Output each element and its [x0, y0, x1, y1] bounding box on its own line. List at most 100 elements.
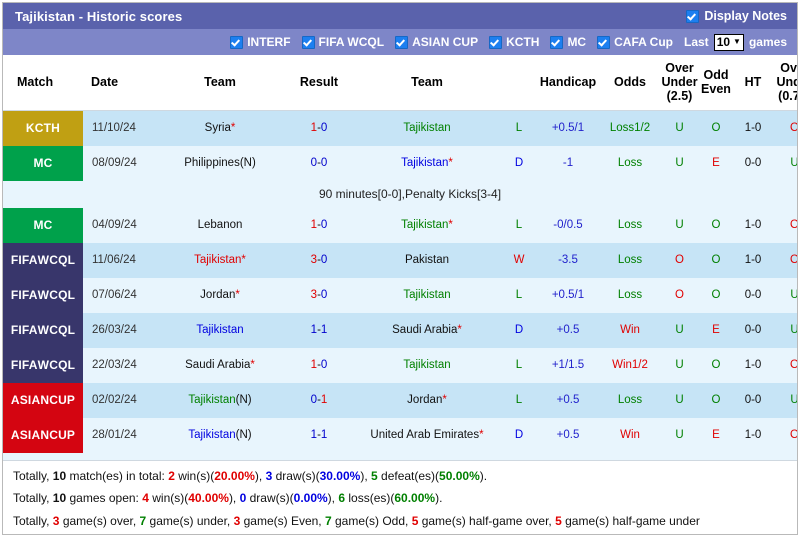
- match-result[interactable]: 3-0: [285, 243, 353, 278]
- filter-fifa-wcql[interactable]: FIFA WCQL: [301, 35, 384, 49]
- team-name: Tajikistan: [403, 288, 451, 301]
- competition-badge-cell[interactable]: ASIAN CUP: [3, 418, 83, 453]
- match-result[interactable]: 1-1: [285, 418, 353, 453]
- half-time-cell: 0-0: [734, 383, 772, 418]
- col-team-away[interactable]: Team: [353, 55, 501, 111]
- col-odd-even[interactable]: Odd Even: [698, 55, 734, 111]
- col-team-home[interactable]: Team: [155, 55, 285, 111]
- table-row[interactable]: MC 08/09/24 Philippines(N) 0-0 Tajikistan* D -…: [3, 146, 797, 181]
- table-row[interactable]: ASIAN CUP 28/01/24 Tajikistan(N) 1-1 United A…: [3, 418, 797, 453]
- half-time-cell: 1-0: [734, 243, 772, 278]
- col-over-under-25[interactable]: Over Under (2.5): [661, 55, 698, 111]
- filter-kcth[interactable]: KCTH: [489, 35, 539, 49]
- home-team[interactable]: Tajikistan(N): [155, 383, 285, 418]
- badge-line1: FIFA: [10, 288, 38, 303]
- home-team[interactable]: Tajikistan: [155, 313, 285, 348]
- games-count-select[interactable]: 10 ▼: [713, 33, 744, 51]
- badge-line2: CUP: [49, 428, 76, 443]
- checkbox-icon[interactable]: [489, 35, 503, 49]
- ou075-line2: Under: [776, 75, 797, 89]
- wdl-letter: L: [515, 288, 523, 301]
- col-handicap[interactable]: Handicap: [537, 55, 599, 111]
- competition-badge-cell[interactable]: ASIAN CUP: [3, 383, 83, 418]
- checkbox-icon[interactable]: [395, 35, 409, 49]
- odds-value: Loss: [617, 218, 643, 231]
- table-row[interactable]: FIFA WCQL 26/03/24 Tajikistan 1-1 Saudi Arabi…: [3, 313, 797, 348]
- last-label: Last: [684, 35, 709, 49]
- home-team[interactable]: Lebanon: [155, 208, 285, 243]
- checkbox-icon[interactable]: [230, 35, 244, 49]
- text: games open:: [66, 491, 143, 506]
- checkbox-icon[interactable]: [550, 35, 564, 49]
- col-over-under-075[interactable]: Over Under (0.75): [772, 55, 797, 111]
- away-team[interactable]: Saudi Arabia*: [353, 313, 501, 348]
- table-row[interactable]: FIFA WCQL 07/06/24 Jordan* 3-0 Tajikistan L +0.…: [3, 278, 797, 313]
- ou075-value: O: [790, 253, 797, 266]
- odds-cell: Loss: [599, 243, 661, 278]
- table-row[interactable]: ASIAN CUP 02/02/24 Tajikistan(N) 0-1 Jordan* L…: [3, 383, 797, 418]
- col-result[interactable]: Result: [285, 55, 353, 111]
- team-name: Tajikistan: [403, 358, 451, 371]
- home-team[interactable]: Syria*: [155, 110, 285, 146]
- col-date[interactable]: Date: [83, 55, 155, 111]
- competition-badge-cell[interactable]: MC: [3, 208, 83, 243]
- match-result[interactable]: 1-0: [285, 348, 353, 383]
- away-team[interactable]: Tajikistan: [353, 110, 501, 146]
- filter-cafa-cup[interactable]: CAFA Cup: [597, 35, 673, 49]
- over-under-25-cell: U: [661, 348, 698, 383]
- competition-badge-cell[interactable]: FIFA WCQL: [3, 313, 83, 348]
- competition-badge-cell[interactable]: KCTH: [3, 110, 83, 146]
- away-team[interactable]: Tajikistan*: [353, 146, 501, 181]
- match-result[interactable]: 1-0: [285, 208, 353, 243]
- ou075-value: U: [790, 393, 797, 406]
- odd-even-cell: O: [698, 278, 734, 313]
- competition-badge: ASIAN CUP: [3, 383, 83, 418]
- filter-mc[interactable]: MC: [550, 35, 586, 49]
- match-result[interactable]: 1-1: [285, 313, 353, 348]
- team-star: *: [230, 121, 236, 134]
- col-ht[interactable]: HT: [734, 55, 772, 111]
- games-count-control: Last 10 ▼ games: [684, 33, 787, 51]
- away-team[interactable]: Tajikistan: [353, 278, 501, 313]
- title-bar: Tajikistan - Historic scores Display Not…: [3, 3, 797, 29]
- away-team[interactable]: United Arab Emirates*: [353, 418, 501, 453]
- competition-badge-cell[interactable]: FIFA WCQL: [3, 278, 83, 313]
- home-team[interactable]: Saudi Arabia*: [155, 348, 285, 383]
- match-result[interactable]: 0-1: [285, 383, 353, 418]
- display-notes-toggle[interactable]: Display Notes: [686, 9, 787, 23]
- display-notes-checkbox[interactable]: [686, 9, 700, 23]
- filter-interf[interactable]: INTERF: [230, 35, 291, 49]
- table-row[interactable]: FIFA WCQL 11/06/24 Tajikistan* 3-0 Pakistan W -…: [3, 243, 797, 278]
- home-team[interactable]: Tajikistan(N): [155, 418, 285, 453]
- col-match[interactable]: Match: [3, 55, 83, 111]
- odds-value: Loss1/2: [609, 121, 651, 134]
- table-row[interactable]: MC 04/09/24 Lebanon 1-0 Tajikistan* L -0/0.5 Lo…: [3, 208, 797, 243]
- ht-score: 1-0: [744, 253, 762, 266]
- match-result[interactable]: 1-0: [285, 110, 353, 146]
- home-team[interactable]: Jordan*: [155, 278, 285, 313]
- match-result[interactable]: 0-0: [285, 146, 353, 181]
- checkbox-icon[interactable]: [301, 35, 315, 49]
- home-team[interactable]: Tajikistan*: [155, 243, 285, 278]
- away-team[interactable]: Tajikistan: [353, 348, 501, 383]
- over-under-075-cell: O: [772, 243, 797, 278]
- away-team[interactable]: Jordan*: [353, 383, 501, 418]
- competition-badge-cell[interactable]: FIFA WCQL: [3, 243, 83, 278]
- filter-asian-cup[interactable]: ASIAN CUP: [395, 35, 478, 49]
- home-team[interactable]: Philippines(N): [155, 146, 285, 181]
- draws-pct: 30.00%: [319, 468, 361, 483]
- competition-badge-cell[interactable]: MC: [3, 146, 83, 181]
- wdl-letter: L: [515, 358, 523, 371]
- checkbox-icon[interactable]: [597, 35, 611, 49]
- col-odds[interactable]: Odds: [599, 55, 661, 111]
- odd-even-cell: O: [698, 208, 734, 243]
- oddeven-value: O: [711, 288, 721, 301]
- ou075-line1: Over: [780, 61, 797, 75]
- text: draw(s)(: [272, 468, 320, 483]
- table-row[interactable]: FIFA WCQL 22/03/24 Saudi Arabia* 1-0 Tajikist…: [3, 348, 797, 383]
- table-row[interactable]: KCTH 11/10/24 Syria* 1-0 Tajikistan L +0.5/1 Lo…: [3, 110, 797, 146]
- competition-badge-cell[interactable]: FIFA WCQL: [3, 348, 83, 383]
- away-team[interactable]: Pakistan: [353, 243, 501, 278]
- away-team[interactable]: Tajikistan*: [353, 208, 501, 243]
- match-result[interactable]: 3-0: [285, 278, 353, 313]
